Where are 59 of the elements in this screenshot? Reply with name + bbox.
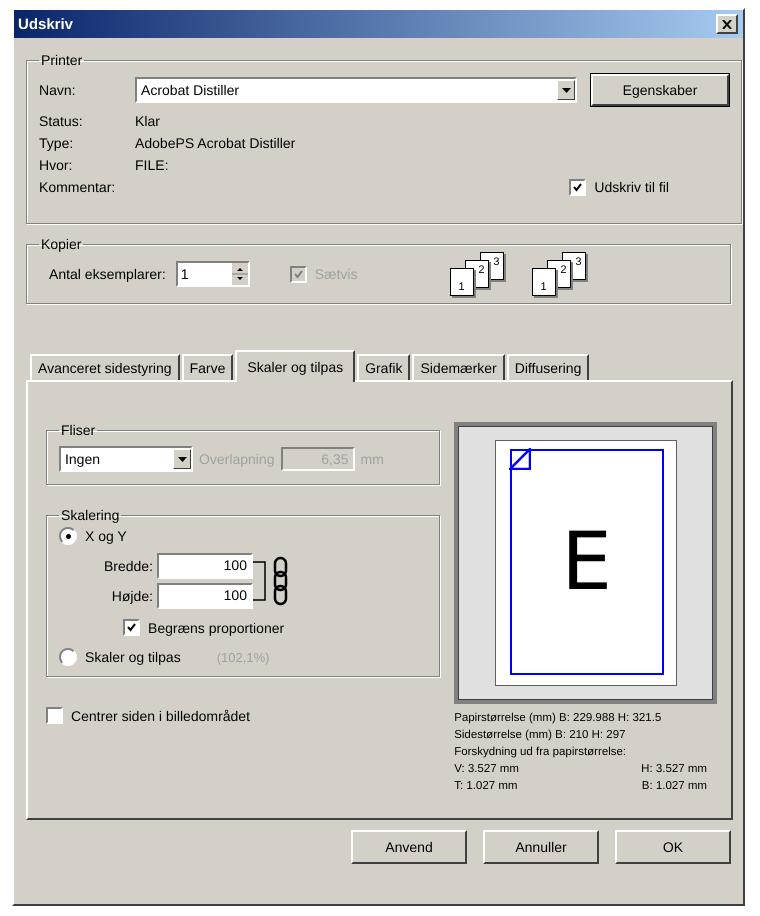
select-value: Acrobat Distiller xyxy=(140,82,240,98)
paper-info-text: Forskydning ud fra papirstørrelse: xyxy=(454,745,628,760)
radio-label: X og Y xyxy=(85,528,127,544)
group-legend: Skalering xyxy=(59,507,122,523)
dropdown-arrow-icon xyxy=(562,88,570,92)
dialog-button[interactable]: OK xyxy=(615,830,731,864)
spinner-arrows-icon xyxy=(232,263,248,285)
info-label: Status: xyxy=(39,113,84,129)
printer-select[interactable]: Acrobat Distiller xyxy=(135,77,577,103)
check-icon xyxy=(573,182,582,192)
paper-info-text: Sidestørrelse (mm) B: 210 H: 297 xyxy=(454,728,626,743)
field-label: Bredde: xyxy=(102,558,153,574)
radio-button[interactable] xyxy=(59,648,77,666)
preview-letter: E xyxy=(561,522,612,602)
close-icon xyxy=(722,20,732,28)
tab[interactable]: Diffusering xyxy=(506,354,590,380)
group-legend: Fliser xyxy=(59,422,98,438)
check-icon xyxy=(294,270,303,278)
radio-label: Skaler og tilpas xyxy=(85,649,181,665)
info-value: Klar xyxy=(135,113,160,129)
properties-button[interactable]: Egenskaber xyxy=(591,74,729,106)
tab[interactable]: Farve xyxy=(182,354,234,380)
paper-info-text: Papirstørrelse (mm) B: 229.988 H: 321.5 xyxy=(454,711,662,726)
width-field[interactable]: 100 xyxy=(157,553,253,579)
dialog-button[interactable]: Annuller xyxy=(483,830,599,864)
group-legend: Printer xyxy=(39,52,84,68)
copies-spinner[interactable]: 1 xyxy=(176,261,250,287)
offset-value: B: 1.027 mm xyxy=(642,779,707,794)
check-icon xyxy=(127,623,136,632)
window-title: Udskriv xyxy=(18,16,74,32)
info-value: FILE: xyxy=(135,157,168,173)
dialog-button[interactable]: Anvend xyxy=(351,830,467,864)
info-value: AdobePS Acrobat Distiller xyxy=(135,135,296,151)
radio-button[interactable] xyxy=(59,527,77,545)
checkbox[interactable] xyxy=(123,619,140,636)
checkbox-label: Begræns proportioner xyxy=(148,620,284,636)
group-legend: Kopier xyxy=(39,236,84,252)
tab[interactable]: Grafik xyxy=(357,354,410,380)
checkbox-label: Udskriv til fil xyxy=(594,179,669,195)
checkbox[interactable] xyxy=(569,178,586,196)
field-label: Navn: xyxy=(39,82,77,98)
dropdown-arrow-icon xyxy=(178,456,186,462)
spinner-value: 1 xyxy=(180,266,190,282)
select-value: Ingen xyxy=(64,451,102,467)
info-label: Type: xyxy=(39,135,74,151)
offset-value: H: 3.527 mm xyxy=(641,762,707,777)
checkbox[interactable] xyxy=(46,707,63,724)
info-label: Hvor: xyxy=(39,157,74,173)
field-label: Højde: xyxy=(110,588,153,604)
height-field[interactable]: 100 xyxy=(157,583,253,609)
checkbox-label: Centrer siden i billedområdet xyxy=(71,708,250,724)
offset-value: V: 3.527 mm xyxy=(454,762,519,777)
close-button[interactable] xyxy=(716,14,738,34)
offset-value: T: 1.027 mm xyxy=(454,779,518,794)
tab[interactable]: Skaler og tilpas xyxy=(235,350,356,382)
info-label: Kommentar: xyxy=(39,179,116,195)
tab[interactable]: Sidemærker xyxy=(412,354,505,380)
tab[interactable]: Avanceret sidestyring xyxy=(30,354,180,380)
field-label: Antal eksemplarer: xyxy=(49,266,166,282)
